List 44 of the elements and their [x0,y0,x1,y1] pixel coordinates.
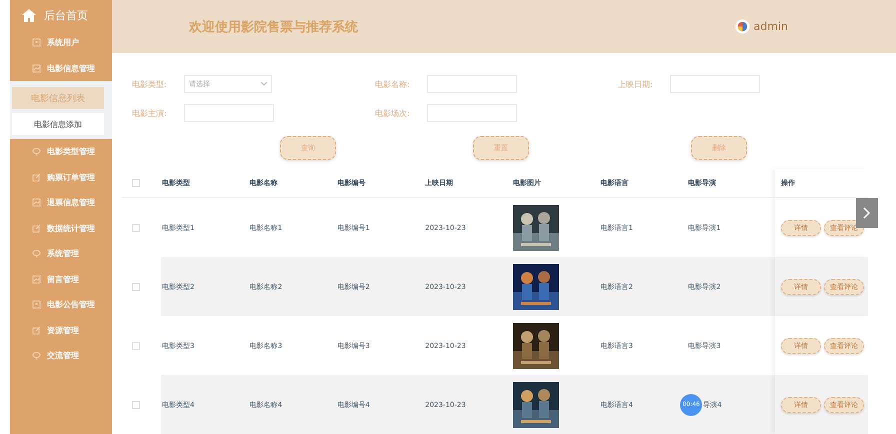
home-link[interactable]: 后台首页 [10,0,112,30]
sidebar-item[interactable]: 电影信息管理 [10,56,112,81]
chart-icon [32,198,41,208]
chat-icon [32,351,41,360]
checkbox[interactable] [132,179,140,187]
filter-label: 电影场次: [375,108,411,118]
chat-icon [32,249,41,258]
filter-label: 电影类型: [132,78,168,90]
checkbox[interactable] [132,342,140,350]
sidebar-item[interactable]: 系统管理 [10,241,112,266]
sidebar-item[interactable]: 留言管理 [10,266,112,292]
edit-icon [32,326,41,335]
submenu-item[interactable]: 电影信息列表 [12,87,104,109]
next-button[interactable] [856,198,878,228]
input-field[interactable] [184,104,274,122]
checkbox[interactable] [132,224,140,232]
filter-label: 电影主演: [132,108,168,118]
sidebar-item[interactable]: 系统用户 [10,30,112,56]
home-icon [22,8,36,22]
sidebar-item[interactable]: 购票订单管理 [10,164,112,190]
edit-icon [32,224,41,233]
edit-icon [32,172,41,182]
chevron-right-icon [863,207,871,219]
checkbox[interactable] [132,400,140,408]
input-field[interactable] [670,75,760,93]
sidebar-item[interactable]: 电影类型管理 [10,139,112,164]
avatar-icon [734,19,750,34]
sidebar-item[interactable]: 数据统计管理 [10,216,112,241]
submenu-item[interactable]: 电影信息添加 [12,113,104,135]
chart-icon [32,64,41,73]
checkbox[interactable] [132,282,140,290]
filter-label: 电影名称: [375,78,411,90]
sidebar-item[interactable]: 退票信息管理 [10,190,112,216]
sidebar-item[interactable]: 交流管理 [10,343,112,368]
chat-icon [32,147,41,156]
input-field[interactable] [427,104,517,122]
page-title: 欢迎使用影院售票与推荐系统 [189,18,359,36]
input-field[interactable] [427,75,517,93]
username[interactable]: admin [754,20,788,33]
filter-label: 上映日期: [618,78,654,90]
sidebar-item[interactable]: 电影公告管理 [10,292,112,318]
sidebar-item[interactable]: 资源管理 [10,318,112,343]
chart-icon [32,274,41,284]
caret-icon [261,82,267,86]
